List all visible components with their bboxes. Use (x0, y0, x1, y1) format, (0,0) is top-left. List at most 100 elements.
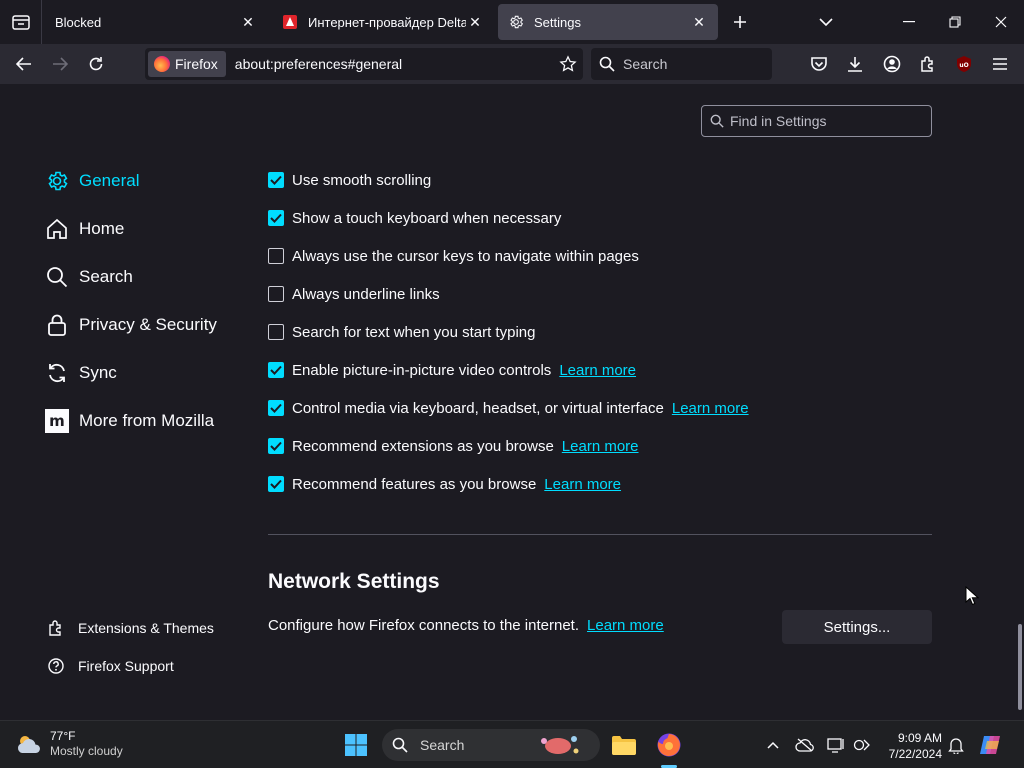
option-smooth-scrolling[interactable]: Use smooth scrolling (268, 168, 431, 192)
minimize-button[interactable] (886, 0, 932, 44)
weather-temperature: 77°F (50, 729, 76, 743)
tab-settings[interactable]: Settings ✕ (498, 4, 718, 40)
option-label: Use smooth scrolling (292, 171, 432, 189)
scrollbar-thumb[interactable] (1018, 624, 1022, 710)
sidebar-item-general[interactable]: General (44, 163, 139, 199)
cloud-off-icon (795, 738, 814, 752)
find-in-settings-input[interactable]: Find in Settings (701, 105, 932, 137)
copilot-button[interactable] (975, 729, 1007, 761)
taskbar-clock[interactable]: 9:09 AM 7/22/2024 (880, 730, 942, 762)
bookmark-star-button[interactable] (553, 55, 583, 73)
checkbox-checked[interactable] (268, 400, 284, 416)
network-learn-more-link[interactable]: Learn more (587, 617, 664, 634)
taskbar-search[interactable]: Search (382, 729, 600, 761)
search-highlight-icon (541, 736, 579, 754)
checkbox-checked[interactable] (268, 172, 284, 188)
minimize-icon (903, 21, 915, 23)
network-settings-button[interactable]: Settings... (782, 610, 932, 644)
checkbox-checked[interactable] (268, 210, 284, 226)
new-tab-button[interactable] (723, 0, 757, 44)
option-touch-keyboard[interactable]: Show a touch keyboard when necessary (268, 206, 561, 230)
ublock-origin-button[interactable]: uO (948, 48, 980, 80)
puzzle-icon (46, 618, 66, 638)
sidebar-item-label: Sync (79, 363, 117, 382)
learn-more-link[interactable]: Learn more (672, 400, 749, 417)
settings-page: Find in Settings General Home Search Pri… (0, 84, 1024, 720)
back-button[interactable] (8, 48, 40, 80)
option-underline-links[interactable]: Always underline links (268, 282, 440, 306)
checkbox-unchecked[interactable] (268, 286, 284, 302)
file-explorer-button[interactable] (608, 729, 640, 761)
extensions-button[interactable] (912, 48, 944, 80)
checkmark-icon (270, 175, 282, 185)
option-recommend-extensions[interactable]: Recommend extensions as you browse Learn… (268, 434, 639, 458)
sidebar-item-sync[interactable]: Sync (44, 355, 117, 391)
account-icon (883, 55, 901, 73)
sidebar-footer-firefox-support[interactable]: Firefox Support (46, 654, 174, 678)
tab-delta[interactable]: Интернет-провайдер Delta – Р ✕ (272, 4, 494, 40)
search-icon (44, 264, 70, 290)
restore-button[interactable] (932, 0, 978, 44)
sidebar-footer-extensions-themes[interactable]: Extensions & Themes (46, 616, 214, 640)
cloud-sun-icon (17, 736, 40, 753)
downloads-button[interactable] (839, 48, 871, 80)
sidebar-item-search[interactable]: Search (44, 259, 133, 295)
sidebar-item-more-from-mozilla[interactable]: m More from Mozilla (44, 403, 214, 439)
windows-start-button[interactable] (344, 733, 368, 757)
weather-description: Mostly cloudy (50, 744, 123, 758)
onedrive-tray-icon[interactable] (793, 733, 817, 757)
option-search-when-typing[interactable]: Search for text when you start typing (268, 320, 535, 344)
url-text[interactable]: about:preferences#general (235, 56, 553, 72)
bell-icon (948, 738, 964, 754)
close-window-button[interactable] (978, 0, 1024, 44)
learn-more-link[interactable]: Learn more (559, 362, 636, 379)
option-picture-in-picture[interactable]: Enable picture-in-picture video controls… (268, 358, 636, 382)
monitor-icon (827, 738, 844, 753)
list-all-tabs-button[interactable] (805, 0, 847, 44)
arrow-right-icon (53, 57, 68, 71)
option-recommend-features[interactable]: Recommend features as you browse Learn m… (268, 472, 621, 496)
sidebar-item-home[interactable]: Home (44, 211, 124, 247)
taskbar-search-label: Search (420, 737, 465, 753)
checkbox-checked[interactable] (268, 476, 284, 492)
tab-close-button[interactable]: ✕ (239, 13, 257, 31)
checkbox-checked[interactable] (268, 362, 284, 378)
tab-close-button[interactable]: ✕ (466, 13, 484, 31)
tab-close-button[interactable]: ✕ (690, 13, 708, 31)
firefox-view-button[interactable] (0, 0, 42, 44)
weather-widget[interactable]: 77°F Mostly cloudy (14, 729, 123, 759)
sidebar-item-privacy[interactable]: Privacy & Security (44, 307, 217, 343)
firefox-taskbar-button[interactable] (653, 729, 685, 761)
download-icon (848, 57, 862, 72)
identity-box[interactable]: Firefox (148, 51, 226, 77)
checkbox-unchecked[interactable] (268, 248, 284, 264)
url-bar[interactable]: Firefox about:preferences#general (145, 48, 583, 80)
learn-more-link[interactable]: Learn more (562, 438, 639, 455)
learn-more-link[interactable]: Learn more (544, 476, 621, 493)
notifications-button[interactable] (944, 733, 968, 757)
search-bar[interactable]: Search (591, 48, 772, 80)
mozilla-icon: m (44, 408, 70, 434)
pocket-button[interactable] (803, 48, 835, 80)
arrow-left-icon (16, 57, 31, 71)
account-button[interactable] (876, 48, 908, 80)
puzzle-icon (921, 56, 933, 72)
tab-label: Blocked (55, 14, 102, 30)
checkmark-icon (270, 365, 282, 375)
option-label: Enable picture-in-picture video controls (292, 361, 552, 379)
network-tray-icon[interactable] (850, 733, 874, 757)
checkbox-checked[interactable] (268, 438, 284, 454)
network-settings-description: Configure how Firefox connects to the in… (268, 617, 664, 634)
app-menu-button[interactable] (984, 48, 1016, 80)
search-icon (710, 114, 724, 128)
option-media-control[interactable]: Control media via keyboard, headset, or … (268, 396, 749, 420)
tab-label: Settings (534, 14, 581, 30)
display-tray-icon[interactable] (824, 733, 848, 757)
tab-blocked[interactable]: Blocked ✕ (45, 4, 267, 40)
option-cursor-keys[interactable]: Always use the cursor keys to navigate w… (268, 244, 639, 268)
checkbox-unchecked[interactable] (268, 324, 284, 340)
reload-button[interactable] (80, 48, 112, 80)
forward-button[interactable] (44, 48, 76, 80)
sidebar-footer-label: Extensions & Themes (78, 620, 214, 636)
show-hidden-icons-button[interactable] (761, 733, 785, 757)
